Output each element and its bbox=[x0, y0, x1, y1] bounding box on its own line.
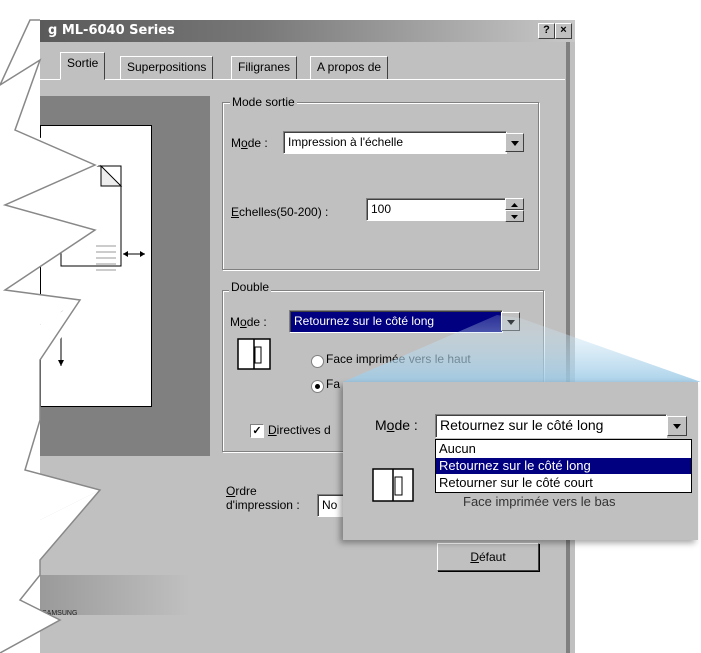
tab-label: Sortie bbox=[67, 56, 99, 70]
zoom-mode-label: Mode : bbox=[375, 417, 418, 433]
tab-sortie[interactable]: Sortie bbox=[60, 52, 106, 80]
zoom-inset: Mode : Retournez sur le côté long Aucun … bbox=[343, 382, 698, 540]
dropdown-list: Aucun Retournez sur le côté long Retourn… bbox=[435, 439, 692, 493]
zoom-mode-select[interactable]: Retournez sur le côté long bbox=[435, 414, 667, 438]
option-cote-long[interactable]: Retournez sur le côté long bbox=[436, 458, 691, 474]
option-aucun[interactable]: Aucun bbox=[436, 441, 691, 457]
zoom-beam bbox=[343, 315, 701, 382]
zoom-mode-value: Retournez sur le côté long bbox=[440, 417, 604, 433]
zoom-dropdown-button[interactable] bbox=[667, 416, 687, 436]
zoom-duplex-icon bbox=[372, 468, 414, 502]
option-cote-court[interactable]: Retourner sur le côté court bbox=[436, 475, 691, 491]
zoom-hidden-text: Face imprimée vers le bas bbox=[463, 494, 616, 509]
